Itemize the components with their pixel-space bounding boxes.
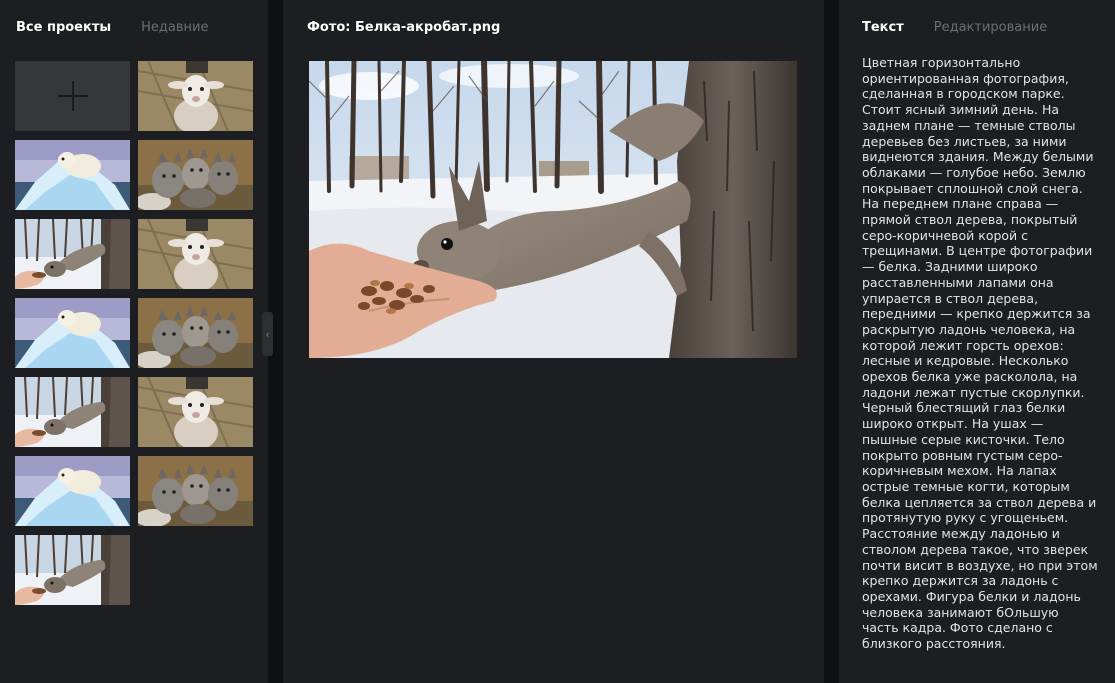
photo-title: Фото: Белка-акробат.png bbox=[307, 20, 501, 35]
main-photo bbox=[309, 61, 797, 358]
thumbnail-polar-bear[interactable] bbox=[15, 456, 130, 526]
thumbnail-kittens[interactable] bbox=[138, 456, 253, 526]
chevron-left-icon: ‹ bbox=[265, 327, 270, 341]
thumbnail-squirrel[interactable] bbox=[15, 377, 130, 447]
plus-icon bbox=[57, 81, 88, 111]
thumbnail-polar-bear[interactable] bbox=[15, 298, 130, 368]
thumbnail-grid bbox=[15, 61, 253, 605]
thumbnail-kittens[interactable] bbox=[138, 298, 253, 368]
projects-tabs: Все проекты Недавние bbox=[16, 20, 208, 35]
add-project-button[interactable] bbox=[15, 61, 130, 131]
projects-panel: Все проекты Недавние bbox=[0, 0, 268, 683]
photo-description: Цветная горизонтально ориентированная фо… bbox=[862, 55, 1098, 652]
info-tabs: Текст Редактирование bbox=[862, 20, 1047, 35]
tab-recent[interactable]: Недавние bbox=[141, 20, 208, 35]
tab-editing[interactable]: Редактирование bbox=[934, 20, 1047, 35]
thumbnail-polar-bear[interactable] bbox=[15, 140, 130, 210]
tab-all-projects[interactable]: Все проекты bbox=[16, 20, 111, 35]
thumbnail-squirrel[interactable] bbox=[15, 219, 130, 289]
thumbnail-squirrel[interactable] bbox=[15, 535, 130, 605]
panel-resize-handle[interactable]: ‹ bbox=[262, 312, 273, 356]
info-panel: Текст Редактирование Цветная горизонталь… bbox=[839, 0, 1115, 683]
thumbnail-lamb[interactable] bbox=[138, 219, 253, 289]
thumbnail-lamb[interactable] bbox=[138, 61, 253, 131]
tab-text[interactable]: Текст bbox=[862, 20, 904, 35]
thumbnail-lamb[interactable] bbox=[138, 377, 253, 447]
thumbnail-kittens[interactable] bbox=[138, 140, 253, 210]
